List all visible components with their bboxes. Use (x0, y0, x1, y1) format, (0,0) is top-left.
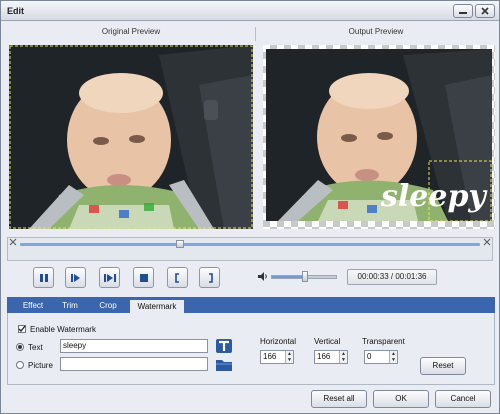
mark-out-button[interactable] (199, 267, 220, 288)
mark-in-button[interactable] (167, 267, 188, 288)
watermark-text-overlay[interactable]: sleepy (381, 179, 486, 214)
watermark-picture-input[interactable] (60, 357, 208, 371)
browse-picture-button[interactable] (214, 355, 234, 372)
enable-watermark-label: Enable Watermark (30, 325, 96, 334)
timeline[interactable] (7, 237, 493, 261)
playback-controls: 00:00:33 / 00:01:36 (7, 263, 493, 291)
ok-button[interactable]: OK (373, 390, 429, 408)
vertical-label: Vertical (314, 337, 341, 346)
reset-all-button[interactable]: Reset all (311, 390, 367, 408)
original-preview-label: Original Preview (101, 27, 161, 36)
cancel-button[interactable]: Cancel (435, 390, 491, 408)
watermark-text-input[interactable]: sleepy (60, 339, 208, 353)
minimize-button[interactable] (453, 4, 473, 18)
transparent-label: Transparent (362, 337, 405, 346)
checkmark-icon (18, 325, 26, 333)
spin-arrows-icon[interactable]: ▲ ▼ (389, 351, 397, 363)
timeline-thumb[interactable] (176, 240, 184, 248)
enable-watermark-checkbox[interactable] (18, 325, 26, 333)
close-button[interactable] (475, 4, 495, 18)
title-bar: Edit (1, 1, 499, 21)
vertical-spinbox[interactable]: 166 ▲ ▼ (314, 350, 348, 364)
minimize-icon (459, 12, 467, 14)
tab-watermark[interactable]: Watermark (129, 299, 185, 313)
play-selection-button[interactable] (99, 267, 120, 288)
bracket-left-icon (174, 272, 179, 283)
time-display: 00:00:33 / 00:01:36 (347, 269, 437, 285)
step-forward-button[interactable] (65, 267, 86, 288)
tab-bar: Effect Trim Crop Watermark (7, 297, 495, 313)
timeline-end-icon (483, 238, 491, 246)
timeline-start-icon (9, 238, 17, 246)
text-font-button[interactable] (214, 337, 234, 354)
text-t-icon (216, 338, 232, 353)
horizontal-value: 166 (263, 352, 277, 361)
timeline-end-cap (482, 238, 492, 260)
pause-icon (39, 273, 48, 282)
tab-crop[interactable]: Crop (91, 299, 125, 313)
tab-effect[interactable]: Effect (15, 299, 51, 313)
play-selection-icon (103, 273, 116, 282)
picture-radio[interactable] (16, 361, 24, 369)
reset-button[interactable]: Reset (420, 357, 466, 375)
video-frame-image (9, 45, 253, 229)
header-divider (255, 27, 256, 41)
close-icon (481, 7, 489, 15)
pause-button[interactable] (33, 267, 54, 288)
vertical-value: 166 (317, 352, 331, 361)
timeline-start-cap (8, 238, 18, 260)
bracket-right-icon (208, 272, 213, 283)
text-radio[interactable] (16, 343, 24, 351)
stop-button[interactable] (133, 267, 154, 288)
folder-icon (216, 359, 232, 371)
spin-arrows-icon[interactable]: ▲ ▼ (285, 351, 293, 363)
spin-arrows-icon[interactable]: ▲ ▼ (339, 351, 347, 363)
watermark-panel: Enable Watermark Text sleepy Picture Hor… (7, 313, 495, 385)
picture-radio-label: Picture (28, 361, 53, 370)
volume-icon[interactable] (257, 271, 268, 282)
window-title: Edit (7, 6, 24, 16)
horizontal-label: Horizontal (260, 337, 297, 346)
output-preview-label: Output Preview (348, 27, 404, 36)
transparent-value: 0 (367, 352, 372, 361)
text-radio-label: Text (28, 343, 43, 352)
horizontal-spinbox[interactable]: 166 ▲ ▼ (260, 350, 294, 364)
timeline-track[interactable] (20, 243, 480, 246)
step-forward-icon (70, 273, 80, 282)
transparent-spinbox[interactable]: 0 ▲ ▼ (364, 350, 398, 364)
original-preview (9, 45, 253, 229)
tab-trim[interactable]: Trim (55, 299, 85, 313)
edit-dialog: Edit Original Preview Output Preview sle… (0, 0, 500, 414)
stop-icon (139, 273, 148, 282)
volume-thumb[interactable] (302, 271, 308, 282)
